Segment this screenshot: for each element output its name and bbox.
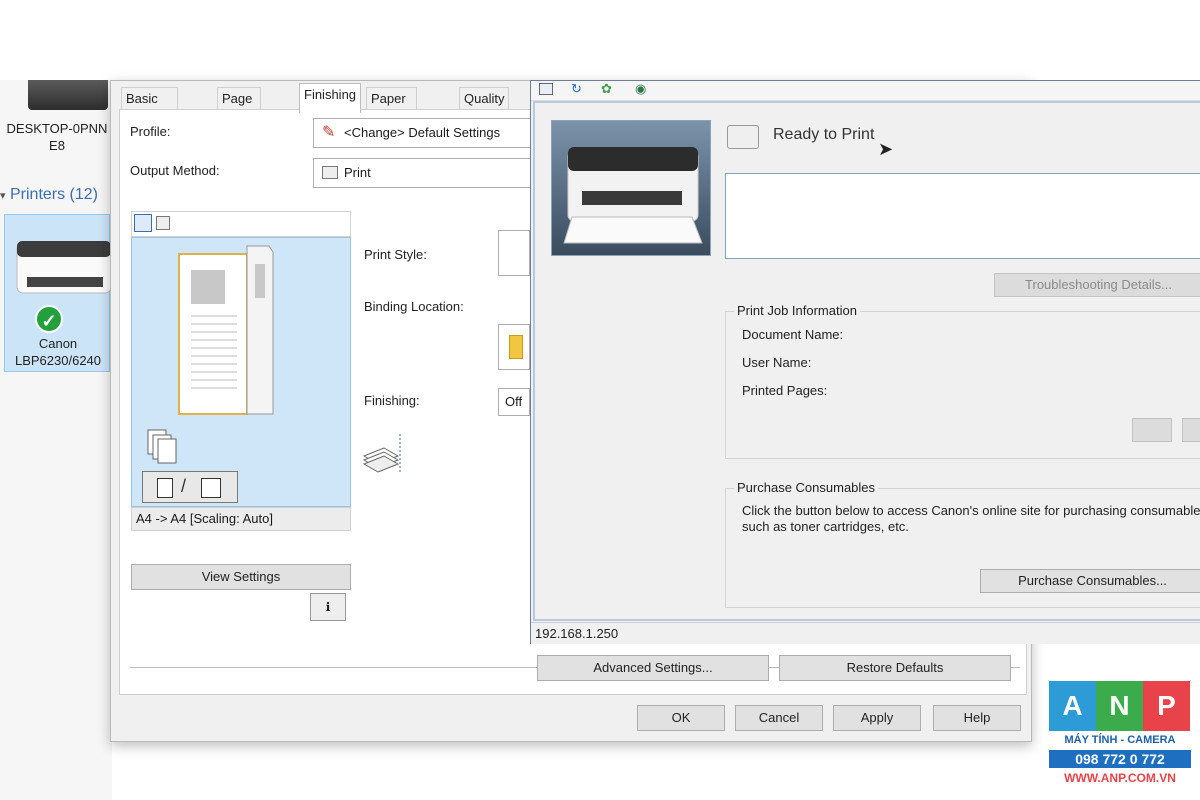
- computer-icon: [28, 80, 108, 110]
- purchase-consumables-group: Purchase Consumables Click the button be…: [725, 480, 1200, 608]
- ip-address-status: 192.168.1.250: [531, 622, 1200, 644]
- help-button[interactable]: Help: [933, 705, 1021, 731]
- status-toolbar: ↻ ✿ ◉: [531, 81, 1200, 101]
- output-method-label: Output Method:: [130, 163, 220, 178]
- page-view-icon[interactable]: [134, 214, 152, 232]
- advanced-settings-button[interactable]: Advanced Settings...: [537, 655, 769, 681]
- printer-photo-icon: [563, 147, 703, 244]
- computer-name[interactable]: DESKTOP-0PNN E8: [4, 120, 110, 154]
- finishing-combo[interactable]: Off: [498, 388, 530, 416]
- binding-icon: [509, 335, 523, 359]
- print-icon: [322, 166, 338, 179]
- copies-icon: [147, 429, 177, 464]
- output-method-value: Print: [344, 165, 371, 180]
- preview-toolbar: [131, 211, 351, 237]
- job-detail-button[interactable]: [1132, 418, 1172, 442]
- document-name-label: Document Name:: [742, 327, 844, 342]
- layout-preview: /: [131, 237, 351, 507]
- purchase-text-line1: Click the button below to access Canon's…: [742, 503, 1200, 518]
- anp-logo: A N P MÁY TÍNH - CAMERA 098 772 0 772 WW…: [1049, 681, 1191, 791]
- logo-tagline: MÁY TÍNH - CAMERA: [1064, 734, 1176, 746]
- print-job-info-group: Print Job Information Document Name: Use…: [725, 303, 1200, 459]
- default-printer-check-icon: ✓: [35, 305, 63, 333]
- printer-photo: [551, 120, 711, 256]
- printer-label-brand: Canon: [38, 336, 78, 351]
- ok-button[interactable]: OK: [637, 705, 725, 731]
- cancel-job-button[interactable]: [1182, 418, 1200, 442]
- print-job-info-title: Print Job Information: [734, 303, 860, 318]
- logo-letter-a: A: [1049, 681, 1096, 731]
- printer-icon: [16, 241, 111, 294]
- printers-header-label: Printers (12): [9, 186, 99, 203]
- mouse-cursor-icon: ➤: [878, 139, 894, 159]
- status-content: Ready to Print ➤ Troubleshooting Details…: [533, 101, 1200, 621]
- binding-location-selector[interactable]: [498, 324, 530, 370]
- print-style-label: Print Style:: [364, 247, 427, 262]
- tab-finishing[interactable]: Finishing: [299, 83, 362, 113]
- restore-defaults-button[interactable]: Restore Defaults: [779, 655, 1011, 681]
- printed-pages-label: Printed Pages:: [742, 383, 828, 398]
- view-settings-button[interactable]: View Settings: [131, 564, 351, 590]
- single-side-icon: [157, 478, 173, 498]
- logo-phone: 098 772 0 772: [1049, 750, 1191, 768]
- purchase-text-line2: such as toner cartridges, etc.: [742, 519, 909, 534]
- tab-page-setup[interactable]: Page Setup: [217, 87, 261, 128]
- tab-basic-settings[interactable]: Basic Settings: [121, 87, 178, 128]
- printer-status-window: ↻ ✿ ◉ Ready to Print ➤ Troubleshooting D…: [530, 80, 1200, 644]
- scaling-caption: A4 -> A4 [Scaling: Auto]: [131, 507, 351, 531]
- duplex-toggle-button[interactable]: /: [142, 471, 238, 503]
- apply-button[interactable]: Apply: [833, 705, 921, 731]
- purchase-consumables-title: Purchase Consumables: [734, 480, 879, 495]
- printer-item-canon[interactable]: ✓ Canon LBP6230/6240: [4, 214, 111, 372]
- print-style-selector[interactable]: [498, 230, 530, 276]
- finishing-label: Finishing:: [364, 393, 420, 408]
- pencil-icon: ✎: [322, 124, 336, 141]
- tab-quality[interactable]: Quality: [459, 87, 510, 111]
- troubleshooting-button[interactable]: Troubleshooting Details...: [994, 273, 1200, 297]
- consumables-icon[interactable]: ✿: [601, 81, 612, 97]
- explorer-panel: DESKTOP-0PNN E8 ▾ Printers (12) ✓ Canon …: [0, 80, 112, 800]
- profile-label: Profile:: [130, 124, 171, 139]
- tab-paper-source[interactable]: Paper Source: [366, 87, 418, 128]
- output-method-combo[interactable]: Print: [313, 158, 553, 188]
- document-preview-icon: [178, 245, 274, 415]
- cancel-button[interactable]: Cancel: [735, 705, 823, 731]
- double-side-icon: [201, 478, 221, 498]
- web-icon[interactable]: ◉: [635, 81, 646, 97]
- purchase-consumables-button[interactable]: Purchase Consumables...: [980, 569, 1200, 593]
- logo-letter-p: P: [1143, 681, 1190, 731]
- refresh-icon[interactable]: ↻: [571, 81, 582, 97]
- document-icon[interactable]: [539, 83, 553, 95]
- status-printer-icon: [727, 125, 759, 149]
- printer-view-icon[interactable]: [156, 216, 170, 230]
- status-message: Ready to Print: [773, 126, 875, 143]
- user-name-label: User Name:: [742, 355, 812, 370]
- logo-website: WWW.ANP.COM.VN: [1064, 771, 1176, 785]
- printer-label-model: LBP6230/6240: [14, 353, 102, 368]
- logo-letter-n: N: [1096, 681, 1143, 731]
- profile-combo[interactable]: ✎ <Change> Default Settings: [313, 118, 553, 148]
- info-icon[interactable]: ℹ: [310, 593, 346, 621]
- chevron-down-icon: ▾: [0, 190, 6, 202]
- stack-output-icon: [362, 434, 401, 474]
- printers-group-header[interactable]: ▾ Printers (12): [0, 186, 112, 204]
- status-details-box: [725, 173, 1200, 259]
- profile-value: <Change> Default Settings: [344, 125, 501, 140]
- binding-location-label: Binding Location:: [364, 299, 464, 314]
